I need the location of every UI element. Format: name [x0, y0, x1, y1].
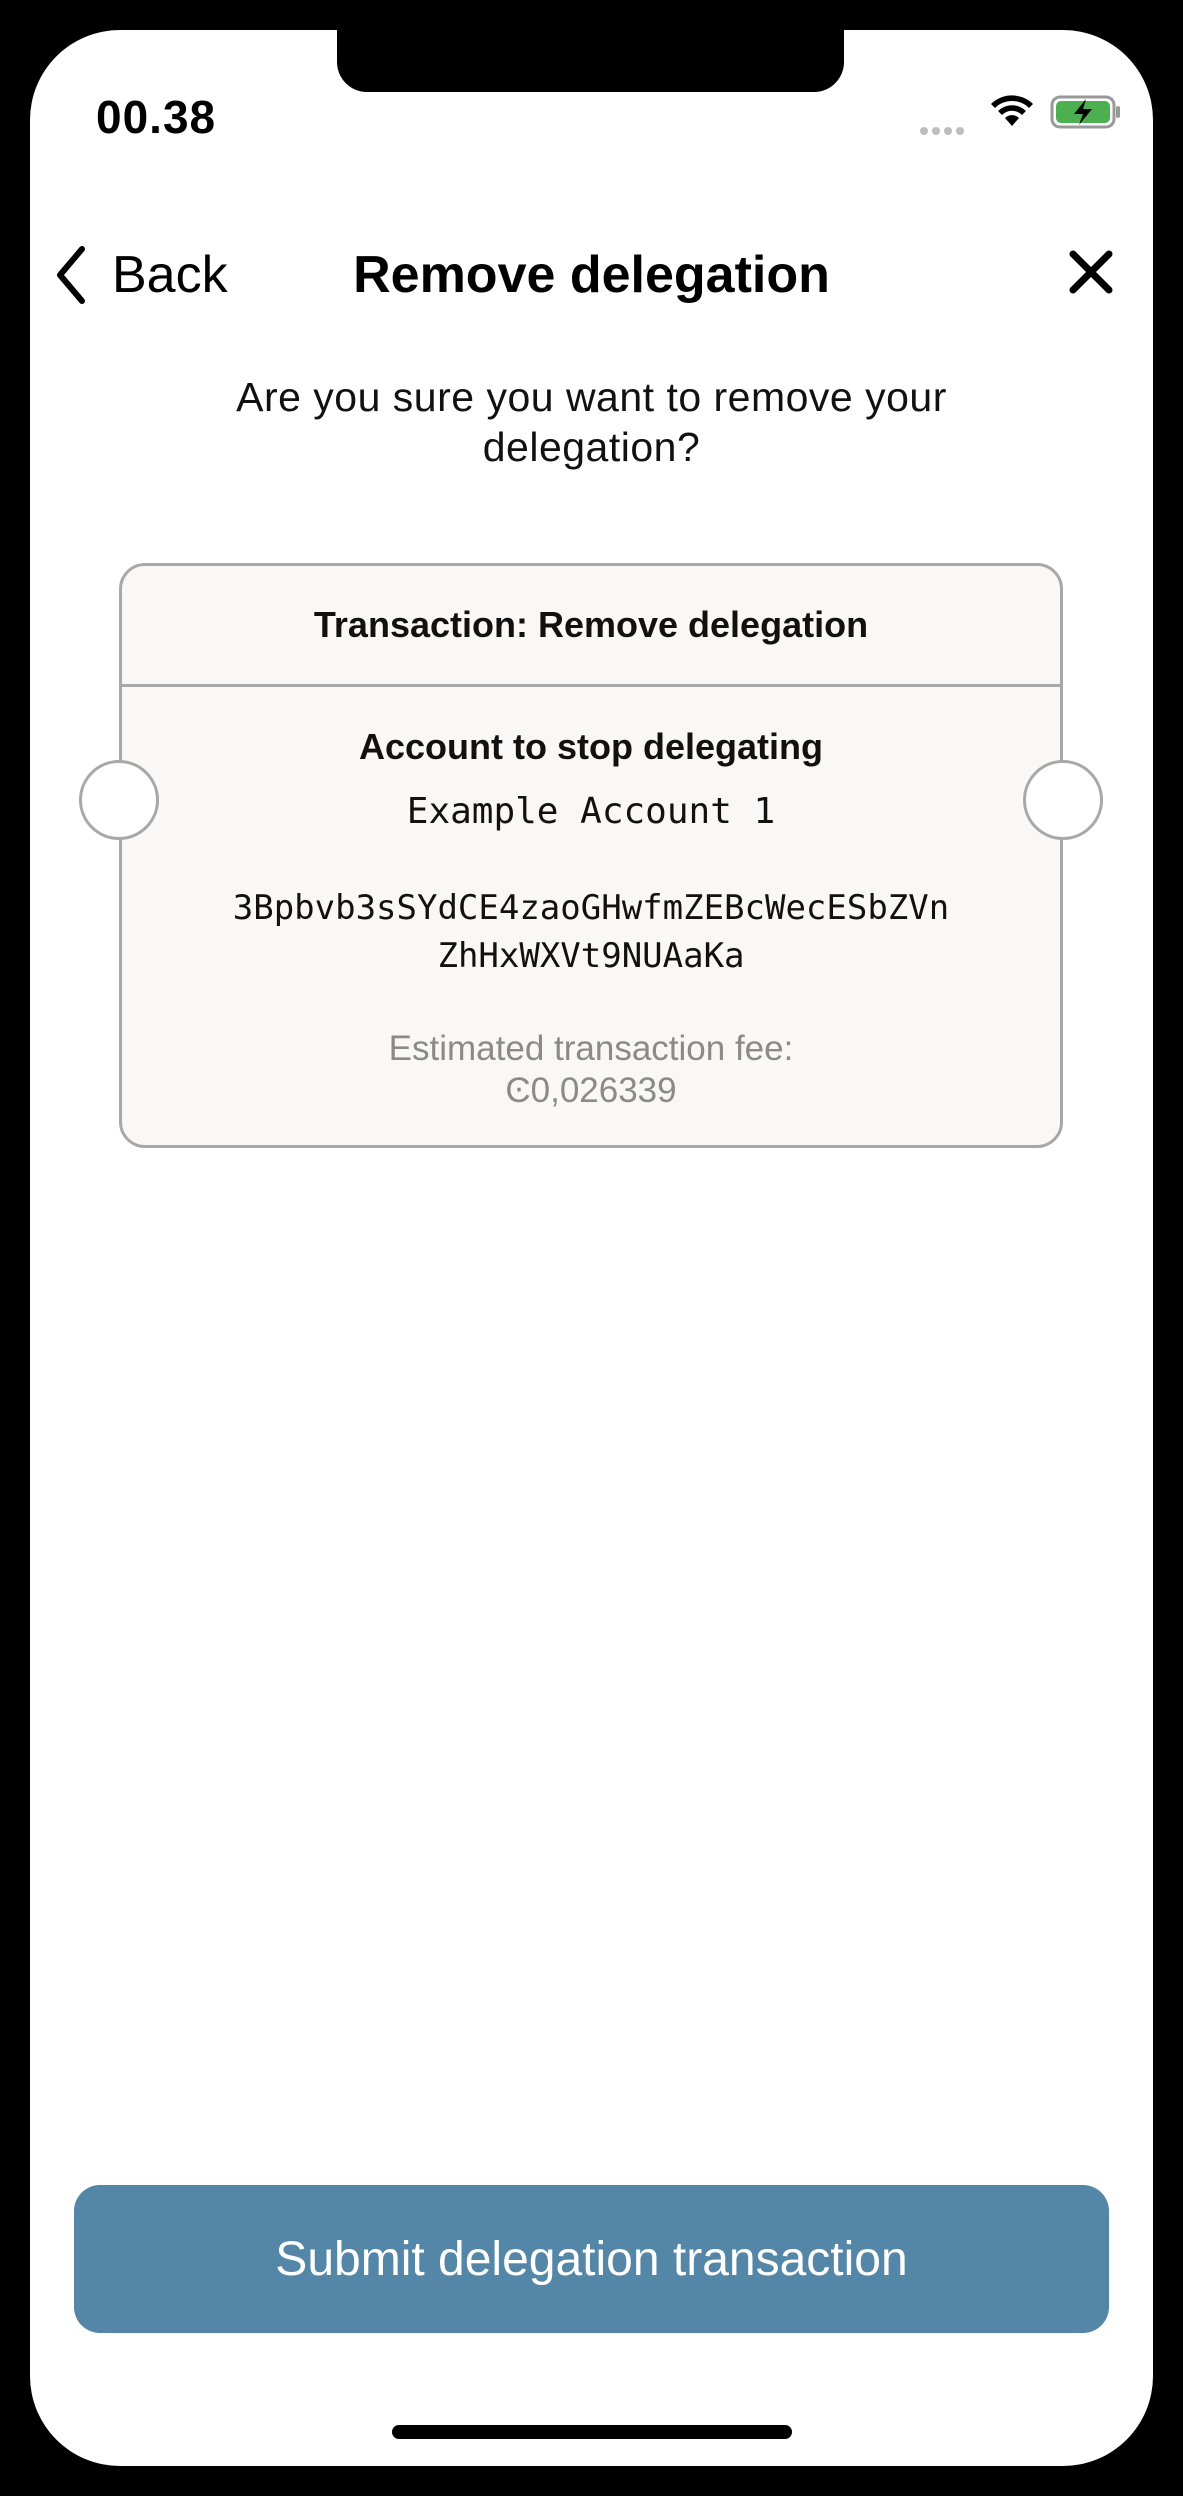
home-indicator — [392, 2425, 792, 2439]
phone-frame: 00.38 Back Remove delegation Are you sur… — [0, 0, 1183, 2496]
signal-dots-icon — [920, 122, 968, 140]
navigation-bar: Back Remove delegation — [30, 210, 1153, 340]
account-address-line-2: ZhHxWXVt9NUAaKa — [437, 936, 745, 976]
close-icon — [1069, 250, 1113, 294]
wifi-icon — [988, 92, 1036, 133]
battery-charging-icon — [1050, 94, 1122, 135]
transaction-card-header: Transaction: Remove delegation — [122, 566, 1060, 687]
status-time: 00.38 — [96, 91, 217, 143]
fee-label: Estimated transaction fee: — [388, 1029, 794, 1068]
confirmation-question: Are you sure you want to remove your del… — [236, 374, 947, 470]
fee-value: Ͼ0,026339 — [505, 1071, 677, 1110]
device-notch — [337, 30, 844, 92]
submit-delegation-button[interactable]: Submit delegation transaction — [74, 2185, 1109, 2333]
app-screen: 00.38 Back Remove delegation Are you sur… — [30, 30, 1153, 2466]
transaction-card: Transaction: Remove delegation Account t… — [79, 563, 1103, 1148]
account-name: Example Account 1 — [406, 791, 776, 832]
account-section-title: Account to stop delegating — [359, 726, 823, 767]
account-address-line-1: 3Bpbvb3sSYdCE4zaoGHwfmZEBcWecESbZVn — [232, 888, 950, 928]
page-title: Remove delegation — [353, 246, 830, 304]
account-address: 3Bpbvb3sSYdCE4zaoGHwfmZEBcWecESbZVn ZhHx… — [182, 884, 1000, 980]
close-button[interactable] — [1069, 250, 1113, 299]
